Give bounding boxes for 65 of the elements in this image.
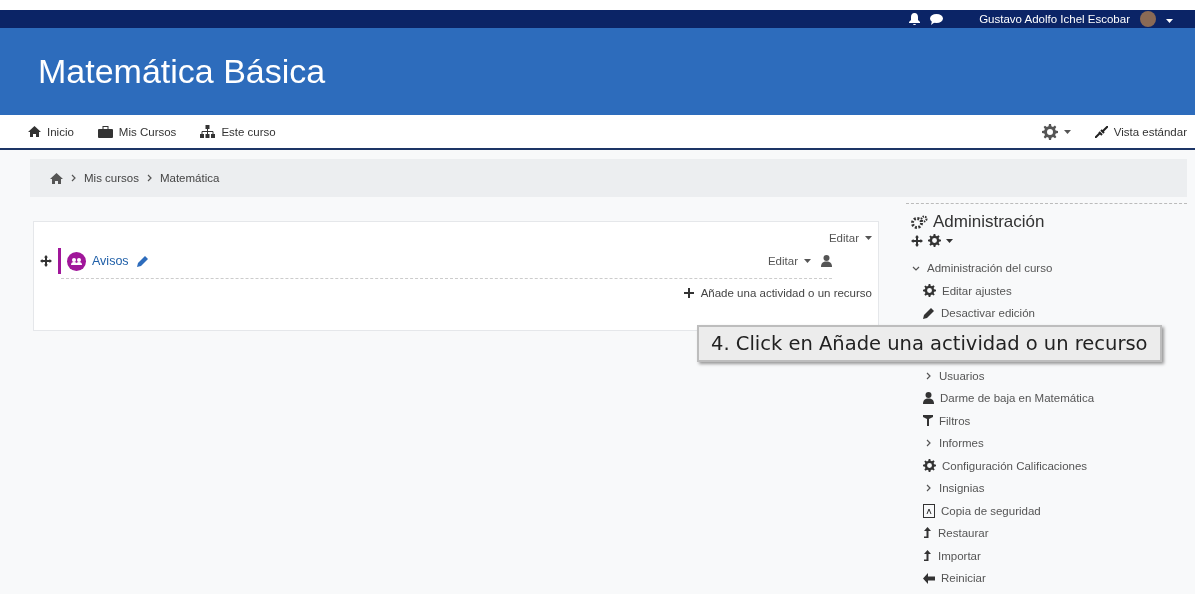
admin-menu-item[interactable]: Insignias [939,482,985,495]
filter-icon [923,415,933,427]
chevron-right-icon[interactable] [925,484,931,493]
activity-indent-bar [58,248,61,274]
chevron-right-icon[interactable] [925,439,931,448]
sitemap-icon [200,125,216,138]
admin-menu-item[interactable]: Reiniciar [941,572,986,585]
block-title: Administración [933,212,1045,232]
briefcase-icon [97,125,113,138]
bell-icon[interactable] [909,13,921,25]
caret-icon [1166,18,1173,23]
admin-menu-item[interactable]: Editar ajustes [942,284,1012,297]
caret-icon [946,238,953,243]
chevron-right-icon [146,174,152,182]
upload-arrow-icon [923,549,932,562]
activity-link[interactable]: Avisos [92,254,129,268]
admin-menu-item[interactable]: Copia de seguridad [941,504,1041,517]
file-icon [923,503,935,518]
forum-icon [67,251,86,271]
compress-arrows-icon [1094,125,1108,138]
admin-menu-item[interactable]: Administración del curso [927,262,1053,275]
admin-menu-item[interactable]: Informes [939,437,984,450]
move-icon[interactable] [40,255,52,267]
chevron-right-icon [71,174,76,182]
admin-menu-item[interactable]: Usuarios [939,369,985,382]
nav-link[interactable]: Mis Cursos [97,125,177,138]
user-icon [821,255,832,267]
house-icon [28,126,41,137]
instruction-tooltip: 4. Click en Añade una actividad o un recurso [697,325,1162,362]
breadcrumb-link[interactable]: Mis cursos [84,172,139,184]
avatar-icon[interactable] [1140,11,1156,27]
admin-menu-item[interactable]: Filtros [939,414,971,427]
gear-icon[interactable] [928,234,941,247]
breadcrumb-link[interactable]: Matemática [159,172,220,184]
caret-icon [804,259,811,263]
left-arrow-icon [923,572,935,584]
house-icon[interactable] [50,172,63,184]
user-icon [923,392,934,405]
pencil-icon[interactable] [136,255,149,267]
edit-menu[interactable]: Editar [828,232,859,244]
chat-bubble-icon[interactable] [930,13,944,25]
standard-view-button[interactable]: Vista estándar [1094,125,1187,138]
pencil-icon [923,307,935,320]
add-activity-link[interactable]: Añade una actividad o un recurso [700,287,872,299]
edit-menu[interactable]: Editar [767,255,798,267]
user-name[interactable]: Gustavo Adolfo Ichel Escobar [979,13,1130,25]
caret-icon [1063,129,1071,134]
admin-menu-item[interactable]: Restaurar [938,527,989,540]
plus-icon [683,288,694,298]
admin-menu-item[interactable]: Configuración Calificaciones [942,459,1088,472]
upload-arrow-icon [923,527,932,540]
gear-icon [923,284,936,298]
admin-menu-item[interactable]: Darme de baja en Matemática [940,392,1095,405]
course-title: Matemática Básica [38,52,326,91]
chevron-down-icon[interactable] [912,265,920,271]
admin-menu-item[interactable]: Desactivar edición [941,307,1035,320]
admin-menu-item[interactable]: Importar [938,549,981,562]
move-icon[interactable] [911,234,923,247]
nav-link[interactable]: Inicio [28,125,74,138]
gears-icon [911,215,928,229]
gear-icon [923,459,936,473]
nav-link[interactable]: Este curso [200,125,276,138]
gear-icon[interactable] [1041,123,1058,140]
caret-icon [865,236,872,240]
chevron-right-icon[interactable] [925,371,931,380]
